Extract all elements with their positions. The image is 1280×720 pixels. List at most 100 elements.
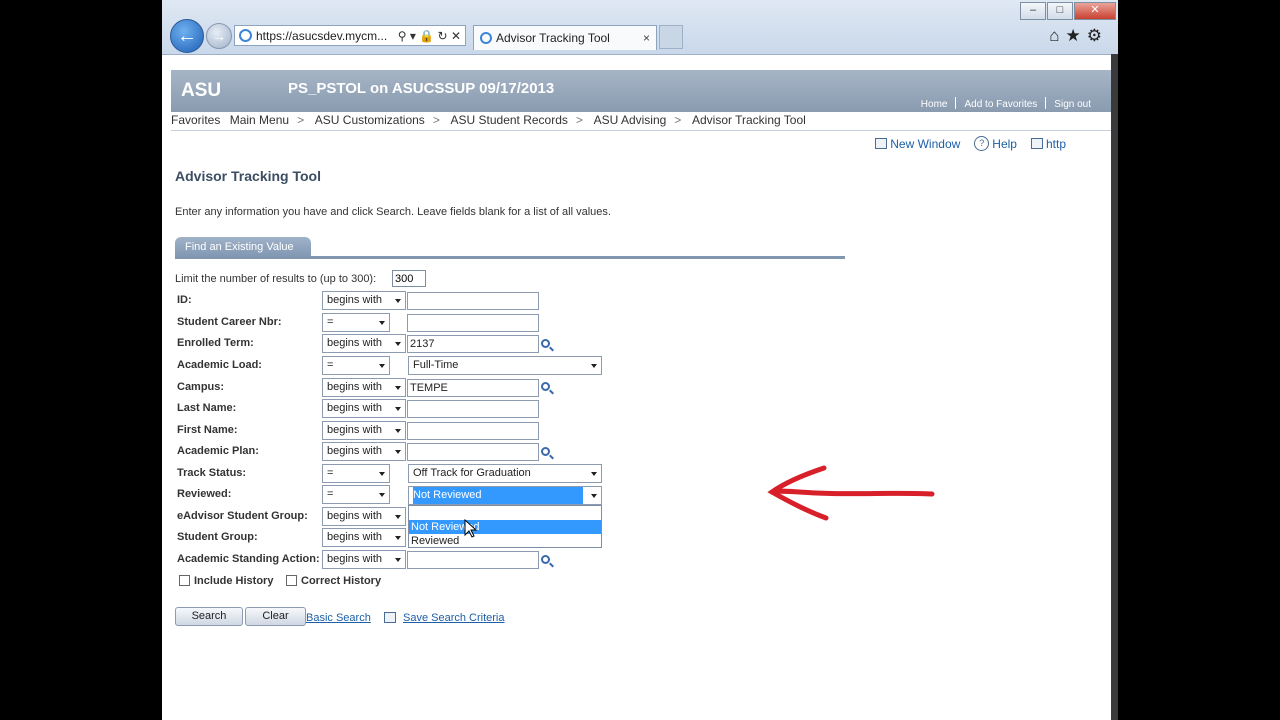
eadvisor-group-operator-select[interactable]: begins with <box>322 507 406 526</box>
track-status-select[interactable]: Off Track for Graduation <box>408 464 602 483</box>
window-controls: – □ ✕ <box>1019 2 1116 20</box>
academic-load-select[interactable]: Full-Time <box>408 356 602 375</box>
student-career-label: Student Career Nbr: <box>177 316 282 328</box>
track-status-operator-select[interactable]: = <box>322 464 390 483</box>
home-link[interactable]: Home <box>913 99 956 110</box>
breadcrumb-student-records[interactable]: ASU Student Records <box>451 113 568 127</box>
add-favorites-link[interactable]: Add to Favorites <box>956 99 1045 110</box>
id-input[interactable] <box>407 292 539 310</box>
reviewed-dropdown-list: Not Reviewed Reviewed <box>408 505 602 548</box>
reviewed-select[interactable]: Not Reviewed <box>408 486 602 505</box>
breadcrumb-asu-advising[interactable]: ASU Advising <box>594 113 667 127</box>
help-label: Help <box>992 136 1017 151</box>
chevron-right-icon: > <box>432 113 440 127</box>
tab-find-existing-value[interactable]: Find an Existing Value <box>175 237 311 258</box>
header-links: Home Add to Favorites Sign out <box>913 97 1099 110</box>
academic-standing-operator-select[interactable]: begins with <box>322 550 406 569</box>
chevron-right-icon: > <box>674 113 682 127</box>
new-window-label: New Window <box>890 136 961 151</box>
include-history-checkbox[interactable] <box>179 575 190 586</box>
address-tools[interactable]: ⚲ ▾ 🔒 ↻ ✕ <box>398 26 461 45</box>
maximize-button[interactable]: □ <box>1047 2 1073 20</box>
new-window-icon <box>875 138 888 149</box>
dropdown-option-not-reviewed[interactable]: Not Reviewed <box>409 520 601 534</box>
student-group-operator-select[interactable]: begins with <box>322 528 406 547</box>
page-title: Advisor Tracking Tool <box>175 168 321 184</box>
close-window-button[interactable]: ✕ <box>1074 2 1116 20</box>
browser-chrome: – □ ✕ ← → https://asucsdev.mycm... ⚲ ▾ 🔒… <box>162 0 1118 55</box>
asu-logo: ASU <box>181 80 222 101</box>
browser-toolbar-icons[interactable]: ⌂★⚙ <box>1049 26 1108 46</box>
enrolled-term-input[interactable]: 2137 <box>407 335 539 353</box>
campus-operator-select[interactable]: begins with <box>322 378 406 397</box>
help-link[interactable]: ? Help <box>974 136 1017 151</box>
track-status-label: Track Status: <box>177 467 247 479</box>
save-search-icon <box>384 612 396 623</box>
search-button[interactable]: Search <box>175 607 243 626</box>
search-icon[interactable] <box>541 382 550 391</box>
address-bar[interactable]: https://asucsdev.mycm... ⚲ ▾ 🔒 ↻ ✕ <box>234 25 466 46</box>
academic-standing-label: Academic Standing Action: <box>177 553 320 565</box>
browser-tab[interactable]: Advisor Tracking Tool × <box>473 25 657 50</box>
student-group-label: Student Group: <box>177 531 258 543</box>
correct-history-label: Correct History <box>301 575 382 587</box>
search-icon[interactable] <box>541 447 550 456</box>
campus-input[interactable]: TEMPE <box>407 379 539 397</box>
enrolled-term-operator-select[interactable]: begins with <box>322 334 406 353</box>
browser-window: – □ ✕ ← → https://asucsdev.mycm... ⚲ ▾ 🔒… <box>162 0 1118 720</box>
forward-button[interactable]: → <box>206 23 232 49</box>
help-icon: ? <box>974 136 990 151</box>
basic-search-link[interactable]: Basic Search <box>306 612 371 624</box>
breadcrumb-main-menu[interactable]: Main Menu <box>230 113 289 127</box>
search-icon[interactable] <box>541 339 550 348</box>
reviewed-selected-value: Not Reviewed <box>413 487 583 504</box>
id-label: ID: <box>177 294 192 306</box>
student-career-input[interactable] <box>407 314 539 332</box>
save-search-criteria-link[interactable]: Save Search Criteria <box>403 612 505 624</box>
campus-label: Campus: <box>177 381 225 393</box>
last-name-operator-select[interactable]: begins with <box>322 399 406 418</box>
tab-title: Advisor Tracking Tool <box>496 31 610 45</box>
student-career-operator-select[interactable]: = <box>322 313 390 332</box>
http-icon <box>1030 138 1043 149</box>
academic-plan-operator-select[interactable]: begins with <box>322 442 406 461</box>
correct-history-checkbox[interactable] <box>286 575 297 586</box>
http-label: http <box>1045 136 1066 151</box>
id-operator-select[interactable]: begins with <box>322 291 406 310</box>
first-name-operator-select[interactable]: begins with <box>322 421 406 440</box>
minimize-button[interactable]: – <box>1020 2 1046 20</box>
sign-out-link[interactable]: Sign out <box>1046 99 1099 110</box>
breadcrumb-advisor-tracking-tool: Advisor Tracking Tool <box>691 113 806 127</box>
ie-icon <box>239 29 252 42</box>
academic-load-operator-select[interactable]: = <box>322 356 390 375</box>
limit-input[interactable]: 300 <box>392 270 426 287</box>
instructions: Enter any information you have and click… <box>175 206 611 218</box>
tab-underline <box>175 256 845 259</box>
last-name-input[interactable] <box>407 400 539 418</box>
academic-load-label: Academic Load: <box>177 359 262 371</box>
http-link[interactable]: http <box>1030 136 1066 151</box>
reviewed-operator-select[interactable]: = <box>322 485 390 504</box>
chevron-right-icon: > <box>297 113 305 127</box>
first-name-input[interactable] <box>407 422 539 440</box>
tab-close-icon[interactable]: × <box>643 26 650 50</box>
academic-plan-input[interactable] <box>407 443 539 461</box>
peoplesoft-header: ASU PS_PSTOL on ASUCSSUP 09/17/2013 Home… <box>171 70 1111 112</box>
dropdown-option-reviewed[interactable]: Reviewed <box>409 534 601 548</box>
breadcrumb-asu-customizations[interactable]: ASU Customizations <box>315 113 425 127</box>
breadcrumb-favorites[interactable]: Favorites <box>171 113 220 127</box>
page-links: New Window ? Help http <box>875 136 1066 151</box>
limit-label: Limit the number of results to (up to 30… <box>175 273 377 285</box>
last-name-label: Last Name: <box>177 402 237 414</box>
reviewed-label: Reviewed: <box>177 488 232 500</box>
search-icon[interactable] <box>541 555 550 564</box>
ie-icon <box>480 32 492 44</box>
back-button[interactable]: ← <box>170 19 204 53</box>
academic-plan-label: Academic Plan: <box>177 445 259 457</box>
new-window-link[interactable]: New Window <box>875 136 960 151</box>
mouse-cursor-icon <box>464 519 477 538</box>
academic-standing-input[interactable] <box>407 551 539 569</box>
new-tab-button[interactable] <box>659 25 683 49</box>
clear-button[interactable]: Clear <box>245 607 306 626</box>
dropdown-option-blank[interactable] <box>409 506 601 520</box>
